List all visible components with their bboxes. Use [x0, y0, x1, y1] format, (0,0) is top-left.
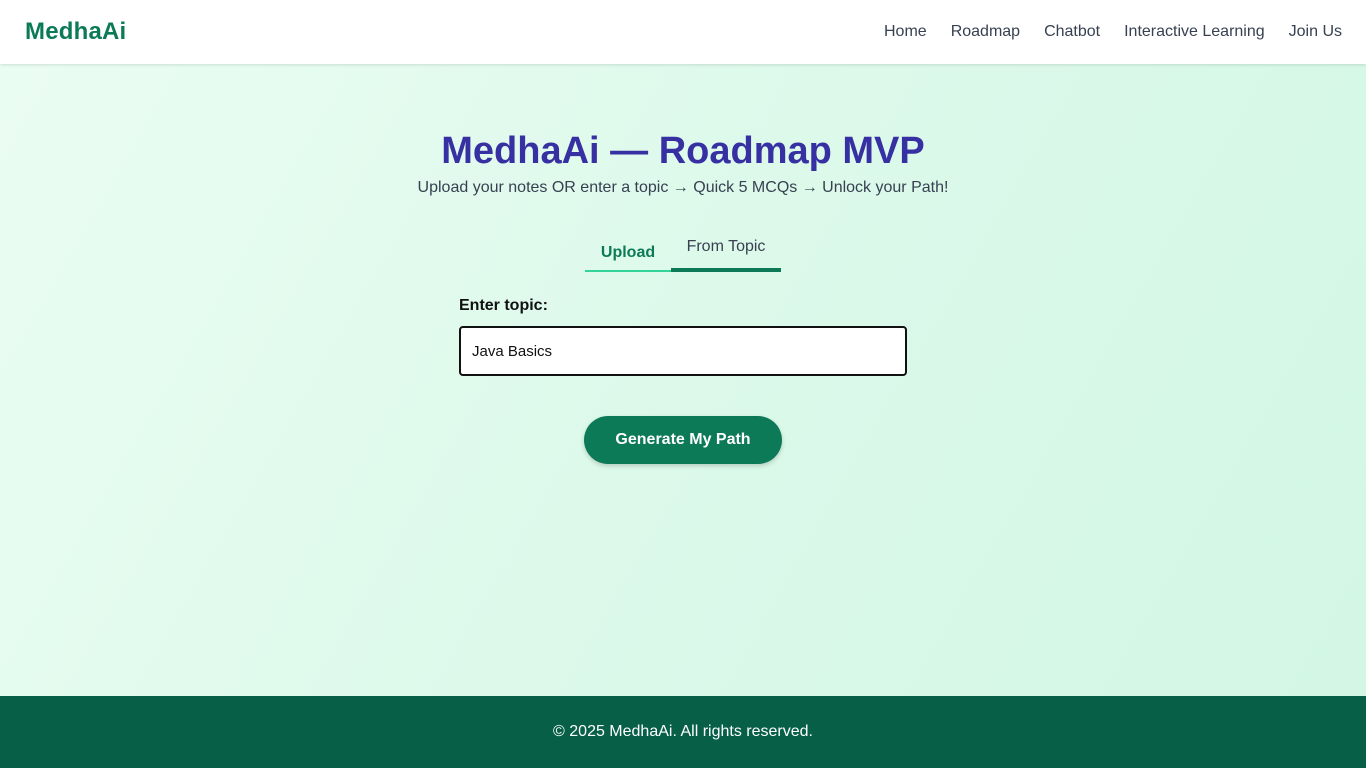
mode-tabs: Upload From Topic — [585, 232, 781, 272]
generate-path-button[interactable]: Generate My Path — [584, 416, 782, 464]
nav-link-home[interactable]: Home — [884, 23, 927, 41]
top-navbar: MedhaAi Home Roadmap Chatbot Interactive… — [0, 0, 1366, 64]
topic-input[interactable] — [459, 326, 907, 376]
nav-link-roadmap[interactable]: Roadmap — [951, 23, 1020, 41]
nav-link-interactive-learning[interactable]: Interactive Learning — [1124, 23, 1265, 41]
nav-link-join-us[interactable]: Join Us — [1289, 23, 1342, 41]
page-subtitle: Upload your notes OR enter a topic → Qui… — [417, 179, 949, 196]
page-title: MedhaAi — Roadmap MVP — [441, 130, 925, 172]
tab-from-topic[interactable]: From Topic — [671, 232, 781, 272]
page-footer: © 2025 MedhaAi. All rights reserved. — [0, 696, 1366, 768]
nav-link-chatbot[interactable]: Chatbot — [1044, 23, 1100, 41]
copyright-text: © 2025 MedhaAi. All rights reserved. — [553, 723, 813, 740]
topic-field-label: Enter topic: — [459, 297, 548, 314]
brand-logo-link[interactable]: MedhaAi — [25, 18, 126, 46]
tab-upload[interactable]: Upload — [585, 232, 671, 270]
main-content: MedhaAi — Roadmap MVP Upload your notes … — [0, 64, 1366, 696]
nav-links: Home Roadmap Chatbot Interactive Learnin… — [884, 23, 1342, 41]
